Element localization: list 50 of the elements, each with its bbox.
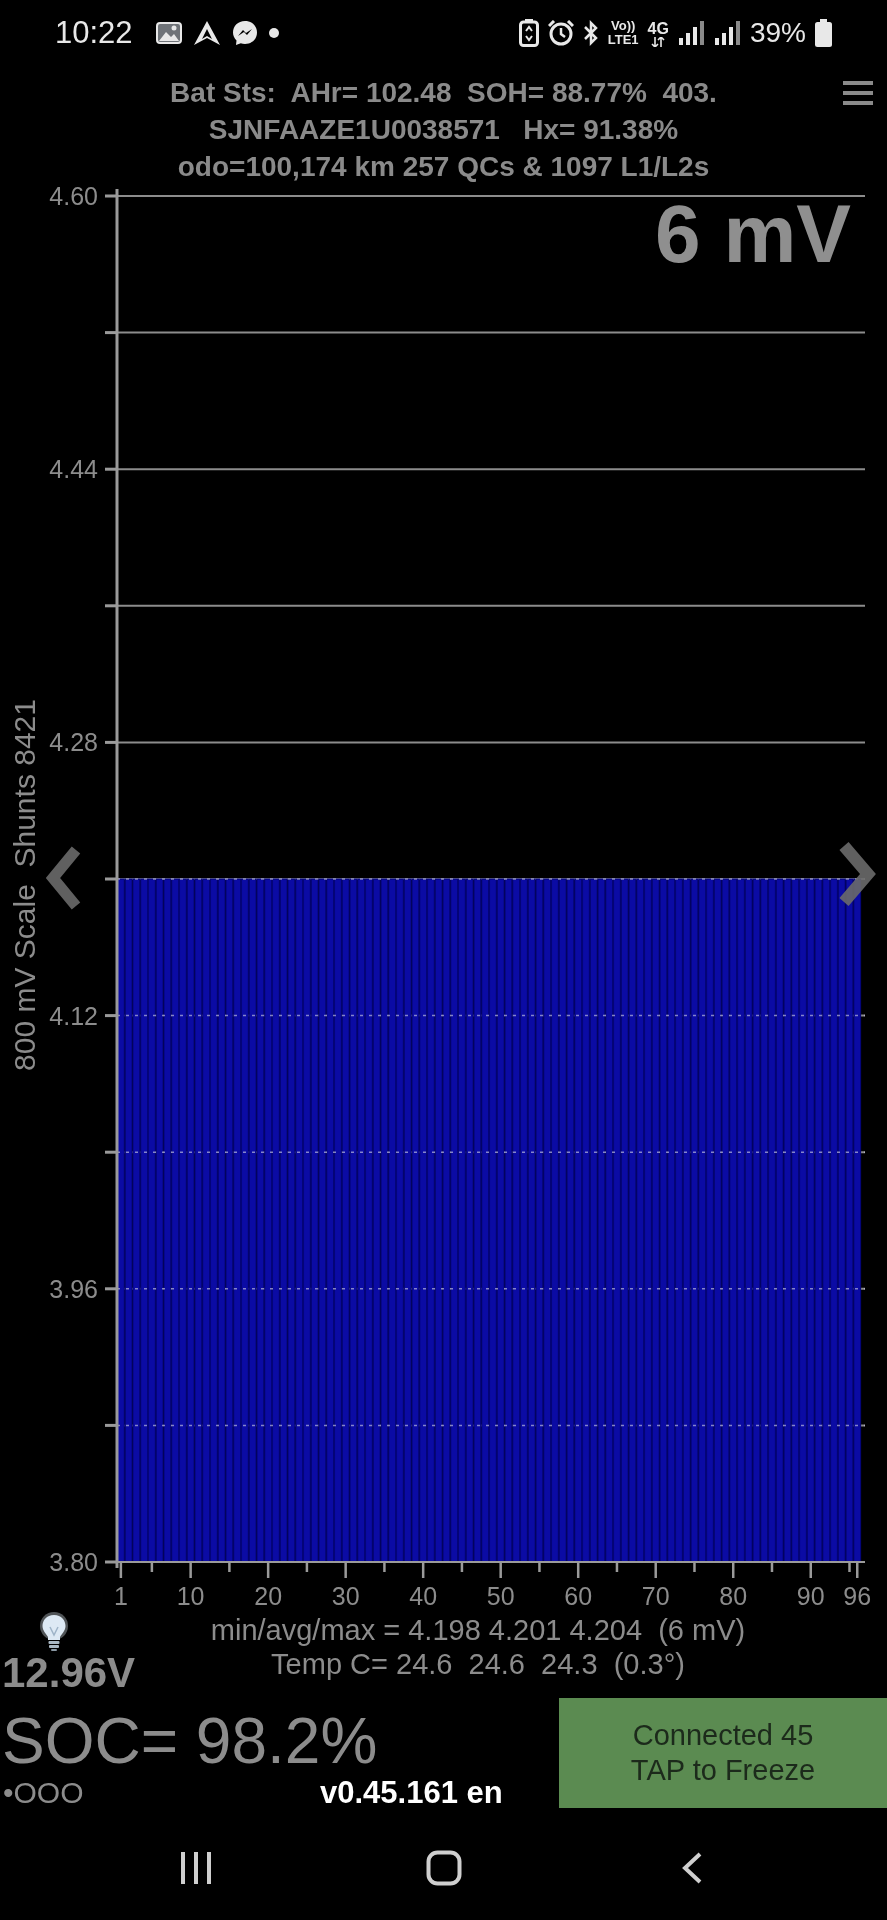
notification-dot-icon	[268, 28, 279, 38]
y-axis-title: 800 mV Scale Shunts 8421	[8, 699, 41, 1071]
x-tick-label: 90	[796, 1582, 825, 1610]
x-tick-label: 96	[843, 1582, 872, 1610]
y-tick-label: 4.12	[49, 1001, 98, 1030]
state-of-charge: SOC= 98.2%	[2, 1706, 379, 1776]
x-tick-label: 50	[486, 1582, 515, 1610]
connection-indicator: •OOO	[3, 1776, 84, 1810]
x-tick-label: 30	[331, 1582, 360, 1610]
app-version: v0.45.161 en	[320, 1776, 503, 1810]
battery-status-line: SJNFAAZE1U0038571 Hx= 91.38%	[208, 113, 679, 147]
battery-percentage: 39%	[749, 17, 806, 49]
battery-icon	[815, 19, 832, 47]
y-tick-label: 3.80	[49, 1548, 98, 1576]
x-tick-label: 40	[409, 1582, 438, 1610]
chat-bubble-icon	[231, 20, 258, 46]
volte-line-label: LTE1	[607, 33, 639, 47]
bluetooth-icon	[582, 20, 599, 46]
y-tick-label: 4.28	[49, 728, 98, 757]
y-tick-label: 4.60	[49, 185, 98, 210]
x-tick-label: 10	[176, 1582, 205, 1610]
x-tick-label: 60	[564, 1582, 593, 1610]
volte-label: Vo))	[611, 19, 636, 33]
menu-icon[interactable]	[843, 79, 873, 106]
network-type-label: 4G	[647, 19, 669, 37]
battery-status-line: Bat Sts: AHr= 102.48 SOH= 88.77% 403.	[170, 76, 717, 110]
clock-time: 10:22	[55, 15, 133, 51]
battery-arrows-icon	[518, 19, 539, 47]
alarm-clock-icon	[547, 20, 574, 46]
signal-bars-icon	[677, 20, 705, 46]
gallery-icon	[155, 22, 182, 44]
chevron-right-icon[interactable]	[838, 841, 876, 907]
freeze-button[interactable]: Connected 45 TAP to Freeze	[559, 1698, 887, 1808]
recents-icon[interactable]	[178, 1851, 213, 1885]
battery-voltage: 12.96V	[2, 1651, 137, 1695]
spread-reading: 6 mV	[655, 188, 851, 279]
x-tick-label: 1	[113, 1582, 128, 1610]
cell-voltage-summary: min/avg/max = 4.198 4.201 4.204 (6 mV)	[210, 1613, 746, 1647]
data-arrows-icon	[651, 36, 666, 47]
signal-bars-icon	[713, 20, 741, 46]
y-tick-label: 4.44	[49, 455, 98, 484]
chevron-left-icon[interactable]	[46, 845, 82, 911]
temperature-summary: Temp C= 24.6 24.6 24.3 (0.3°)	[271, 1647, 685, 1681]
navigation-arrow-icon	[192, 20, 221, 46]
x-tick-label: 20	[254, 1582, 283, 1610]
battery-status-line: odo=100,174 km 257 QCs & 1097 L1/L2s	[177, 150, 710, 184]
x-tick-label: 70	[641, 1582, 670, 1610]
home-icon[interactable]	[425, 1850, 462, 1886]
y-tick-label: 3.96	[49, 1274, 98, 1303]
x-tick-label: 80	[719, 1582, 748, 1610]
